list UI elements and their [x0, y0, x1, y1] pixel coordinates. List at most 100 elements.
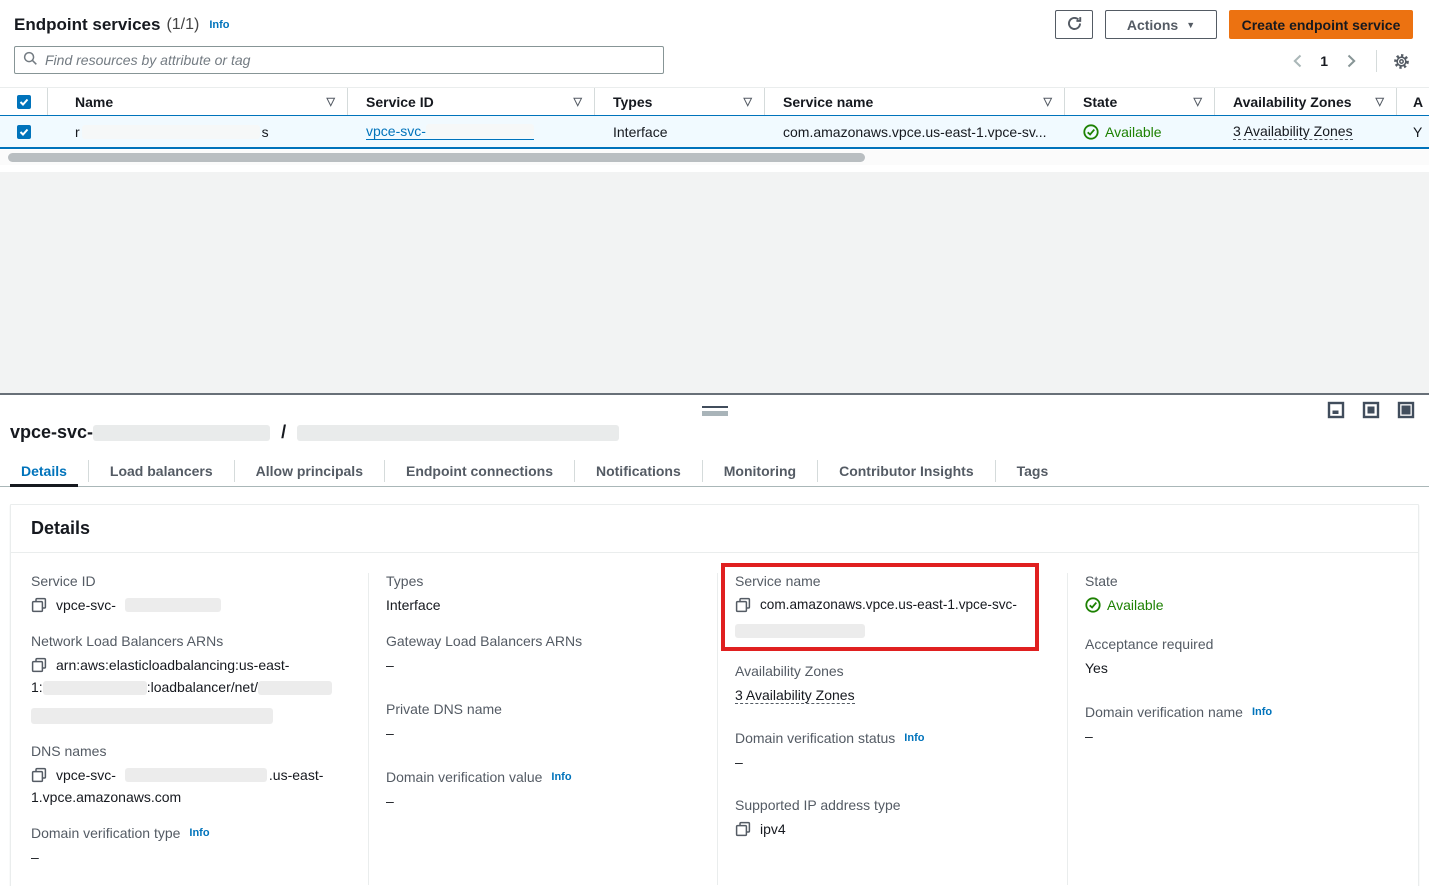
refresh-button[interactable] [1055, 10, 1093, 39]
column-header-types[interactable]: Types ▽ [595, 88, 765, 115]
field-domain-verification-name: Domain verification name Info – [1085, 704, 1402, 747]
scrollbar-thumb[interactable] [8, 153, 865, 162]
field-dns-names: DNS names vpce-svc-.us-east- 1.vpce.amaz… [31, 743, 352, 808]
redacted-text [125, 768, 267, 782]
filter-icon[interactable]: ▽ [1194, 95, 1202, 108]
field-domain-verification-value: Domain verification value Info – [386, 769, 701, 812]
redacted-text [297, 425, 619, 441]
cell-types: Interface [595, 116, 765, 147]
field-supported-ip: Supported IP address type ipv4 [735, 797, 1051, 840]
page-background [0, 172, 1429, 393]
pagination-divider [1376, 50, 1377, 72]
tab-tags[interactable]: Tags [996, 456, 1070, 486]
field-domain-verification-type: Domain verification type Info – [31, 825, 352, 868]
field-glb-arns: Gateway Load Balancers ARNs – [386, 633, 701, 676]
copy-icon[interactable] [735, 597, 751, 613]
column-header-service-name[interactable]: Service name ▽ [765, 88, 1065, 115]
availability-zones-popover-link[interactable]: 3 Availability Zones [735, 687, 855, 704]
endpoint-services-table: Name ▽ Service ID ▽ Types ▽ Service name… [0, 87, 1429, 149]
field-state: State Available [1085, 573, 1402, 619]
redacted-text [125, 598, 221, 612]
filter-icon[interactable]: ▽ [744, 95, 752, 108]
create-endpoint-service-button[interactable]: Create endpoint service [1229, 10, 1413, 39]
check-circle-icon [1083, 124, 1099, 140]
panel-position-bottom-icon[interactable] [1327, 401, 1345, 419]
column-header-state[interactable]: State ▽ [1065, 88, 1215, 115]
details-card-heading: Details [11, 505, 1418, 553]
field-types: Types Interface [386, 573, 701, 616]
cell-service-name: com.amazonaws.vpce.us-east-1.vpce-sv... [765, 116, 1065, 147]
tab-load-balancers[interactable]: Load balancers [89, 456, 234, 486]
column-header-service-id[interactable]: Service ID ▽ [348, 88, 595, 115]
status-badge: Available [1083, 124, 1162, 140]
tab-notifications[interactable]: Notifications [575, 456, 702, 486]
horizontal-scrollbar[interactable] [0, 150, 1429, 165]
search-icon [23, 51, 38, 69]
cell-name: r s [48, 116, 348, 147]
redacted-text [258, 681, 332, 695]
cell-service-id: vpce-svc- [348, 116, 595, 147]
cell-partial: Y [1397, 116, 1429, 147]
endpoint-services-list-section: Endpoint services (1/1) Info Actions ▼ C… [0, 0, 1429, 172]
redacted-text [43, 681, 147, 695]
actions-button[interactable]: Actions ▼ [1105, 10, 1217, 39]
column-header-availability-zones[interactable]: Availability Zones ▽ [1215, 88, 1397, 115]
column-header-partial[interactable]: A [1397, 88, 1429, 115]
info-link[interactable]: Info [1252, 706, 1272, 718]
info-link[interactable]: Info [189, 827, 209, 839]
select-all-checkbox[interactable] [17, 95, 31, 109]
redacted-text [93, 425, 270, 441]
split-panel-title: vpce-svc- / [10, 422, 1429, 443]
copy-icon[interactable] [31, 657, 47, 673]
search-input[interactable] [45, 52, 655, 68]
column-header-name[interactable]: Name ▽ [48, 88, 348, 115]
actions-button-label: Actions [1127, 17, 1178, 33]
redacted-text [426, 124, 534, 138]
row-checkbox[interactable] [17, 125, 31, 139]
redacted-text [31, 708, 273, 724]
copy-icon[interactable] [31, 767, 47, 783]
field-availability-zones: Availability Zones 3 Availability Zones [735, 663, 1051, 706]
panel-position-full-icon[interactable] [1397, 401, 1415, 419]
table-row[interactable]: r s vpce-svc- Interface com.amazonaws.vp… [0, 115, 1429, 149]
search-box[interactable] [14, 46, 664, 74]
redacted-text [735, 624, 865, 638]
service-id-link[interactable]: vpce-svc- [366, 123, 534, 140]
previous-page-button[interactable] [1284, 49, 1310, 73]
availability-zones-popover-link[interactable]: 3 Availability Zones [1233, 123, 1353, 140]
details-card: Details Service ID vpce-svc- Network Loa… [10, 504, 1419, 886]
status-badge: Available [1085, 594, 1164, 616]
panel-position-split-icon[interactable] [1362, 401, 1380, 419]
info-link[interactable]: Info [904, 732, 924, 744]
filter-icon[interactable]: ▽ [1044, 95, 1052, 108]
split-panel: vpce-svc- / Details Load balancers Allow… [0, 393, 1429, 886]
split-panel-tabs: Details Load balancers Allow principals … [0, 456, 1429, 487]
current-page-number[interactable]: 1 [1314, 53, 1334, 69]
refresh-icon [1066, 15, 1083, 35]
table-header-row: Name ▽ Service ID ▽ Types ▽ Service name… [0, 88, 1429, 115]
field-acceptance-required: Acceptance required Yes [1085, 636, 1402, 679]
resource-count: (1/1) [166, 16, 199, 34]
filter-icon[interactable]: ▽ [574, 95, 582, 108]
copy-icon[interactable] [735, 821, 751, 837]
tab-endpoint-connections[interactable]: Endpoint connections [385, 456, 574, 486]
copy-icon[interactable] [31, 597, 47, 613]
field-service-id: Service ID vpce-svc- [31, 573, 352, 616]
field-nlb-arns: Network Load Balancers ARNs arn:aws:elas… [31, 633, 352, 726]
next-page-button[interactable] [1338, 49, 1364, 73]
preferences-gear-icon[interactable] [1389, 49, 1413, 73]
tab-details[interactable]: Details [0, 456, 88, 486]
tab-allow-principals[interactable]: Allow principals [235, 456, 384, 486]
split-panel-drag-handle[interactable] [702, 406, 728, 416]
redacted-text [82, 125, 260, 139]
field-domain-verification-status: Domain verification status Info – [735, 730, 1051, 773]
service-name-highlight-box: Service name com.amazonaws.vpce.us-east-… [721, 563, 1039, 651]
tab-monitoring[interactable]: Monitoring [703, 456, 817, 486]
filter-icon[interactable]: ▽ [1376, 95, 1384, 108]
header-info-link[interactable]: Info [209, 19, 229, 31]
tab-contributor-insights[interactable]: Contributor Insights [818, 456, 995, 486]
page-title: Endpoint services [14, 15, 160, 35]
filter-icon[interactable]: ▽ [327, 95, 335, 108]
info-link[interactable]: Info [551, 771, 571, 783]
check-circle-icon [1085, 597, 1101, 613]
